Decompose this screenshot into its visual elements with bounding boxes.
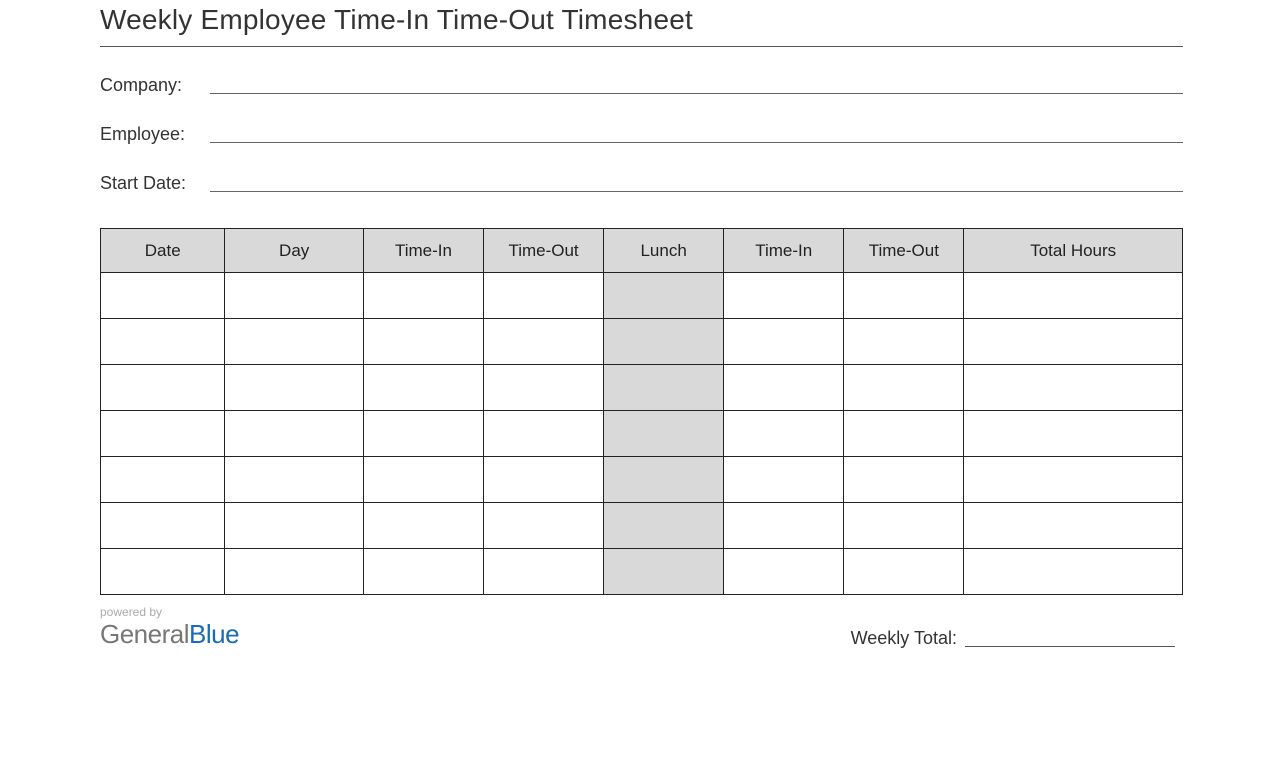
table-cell[interactable]	[484, 549, 604, 595]
table-cell[interactable]	[964, 319, 1183, 365]
table-cell[interactable]	[844, 503, 964, 549]
brand-name: GeneralBlue	[100, 619, 239, 650]
table-row	[101, 365, 1183, 411]
table-cell[interactable]	[484, 503, 604, 549]
table-row	[101, 503, 1183, 549]
table-cell[interactable]	[604, 411, 724, 457]
th-timein-1: Time-In	[363, 229, 483, 273]
table-cell[interactable]	[225, 549, 363, 595]
table-cell[interactable]	[363, 411, 483, 457]
footer: powered by GeneralBlue Weekly Total:	[100, 605, 1183, 651]
table-cell[interactable]	[964, 411, 1183, 457]
table-cell[interactable]	[724, 365, 844, 411]
th-lunch: Lunch	[604, 229, 724, 273]
table-cell[interactable]	[844, 457, 964, 503]
table-cell[interactable]	[225, 319, 363, 365]
th-day: Day	[225, 229, 363, 273]
brand-general: General	[100, 619, 189, 649]
table-cell[interactable]	[225, 457, 363, 503]
table-cell[interactable]	[964, 503, 1183, 549]
table-row	[101, 411, 1183, 457]
table-cell[interactable]	[363, 365, 483, 411]
timesheet-table: Date Day Time-In Time-Out Lunch Time-In …	[100, 228, 1183, 595]
table-cell[interactable]	[363, 273, 483, 319]
timesheet-page: Weekly Employee Time-In Time-Out Timeshe…	[0, 0, 1278, 651]
table-row	[101, 319, 1183, 365]
table-cell[interactable]	[844, 411, 964, 457]
th-timeout-2: Time-Out	[844, 229, 964, 273]
startdate-input-line[interactable]	[210, 191, 1183, 192]
table-cell[interactable]	[484, 411, 604, 457]
table-cell[interactable]	[484, 273, 604, 319]
table-cell[interactable]	[964, 273, 1183, 319]
table-cell[interactable]	[363, 549, 483, 595]
table-cell[interactable]	[604, 365, 724, 411]
employee-label: Employee:	[100, 124, 210, 145]
table-cell[interactable]	[844, 273, 964, 319]
table-cell[interactable]	[724, 273, 844, 319]
table-cell[interactable]	[101, 273, 225, 319]
table-cell[interactable]	[101, 319, 225, 365]
startdate-row: Start Date:	[100, 173, 1183, 194]
table-cell[interactable]	[604, 319, 724, 365]
table-row	[101, 457, 1183, 503]
weekly-total-label: Weekly Total:	[851, 628, 965, 649]
powered-by-text: powered by	[100, 605, 239, 619]
table-cell[interactable]	[484, 365, 604, 411]
weekly-total: Weekly Total:	[851, 628, 1175, 649]
company-row: Company:	[100, 75, 1183, 96]
table-cell[interactable]	[101, 549, 225, 595]
table-cell[interactable]	[724, 457, 844, 503]
table-cell[interactable]	[604, 503, 724, 549]
th-date: Date	[101, 229, 225, 273]
th-timein-2: Time-In	[724, 229, 844, 273]
company-label: Company:	[100, 75, 210, 96]
table-cell[interactable]	[964, 365, 1183, 411]
th-totalhours: Total Hours	[964, 229, 1183, 273]
table-cell[interactable]	[604, 549, 724, 595]
table-cell[interactable]	[101, 503, 225, 549]
table-cell[interactable]	[844, 365, 964, 411]
table-cell[interactable]	[604, 273, 724, 319]
table-cell[interactable]	[724, 503, 844, 549]
table-cell[interactable]	[484, 457, 604, 503]
page-title: Weekly Employee Time-In Time-Out Timeshe…	[100, 0, 1183, 47]
table-cell[interactable]	[844, 549, 964, 595]
table-cell[interactable]	[225, 411, 363, 457]
table-cell[interactable]	[363, 457, 483, 503]
table-cell[interactable]	[724, 319, 844, 365]
startdate-label: Start Date:	[100, 173, 210, 194]
table-cell[interactable]	[724, 549, 844, 595]
th-timeout-1: Time-Out	[484, 229, 604, 273]
table-cell[interactable]	[484, 319, 604, 365]
table-row	[101, 549, 1183, 595]
table-cell[interactable]	[724, 411, 844, 457]
table-header: Date Day Time-In Time-Out Lunch Time-In …	[101, 229, 1183, 273]
table-cell[interactable]	[225, 365, 363, 411]
table-cell[interactable]	[844, 319, 964, 365]
table-cell[interactable]	[101, 457, 225, 503]
table-body	[101, 273, 1183, 595]
table-cell[interactable]	[225, 503, 363, 549]
logo: powered by GeneralBlue	[100, 605, 239, 651]
table-cell[interactable]	[101, 411, 225, 457]
company-input-line[interactable]	[210, 93, 1183, 94]
table-cell[interactable]	[225, 273, 363, 319]
table-cell[interactable]	[964, 457, 1183, 503]
table-cell[interactable]	[363, 503, 483, 549]
employee-input-line[interactable]	[210, 142, 1183, 143]
meta-section: Company: Employee: Start Date:	[100, 75, 1183, 194]
weekly-total-input-line[interactable]	[965, 646, 1175, 647]
table-cell[interactable]	[363, 319, 483, 365]
employee-row: Employee:	[100, 124, 1183, 145]
table-cell[interactable]	[964, 549, 1183, 595]
table-row	[101, 273, 1183, 319]
brand-blue: Blue	[189, 619, 239, 649]
table-cell[interactable]	[101, 365, 225, 411]
table-cell[interactable]	[604, 457, 724, 503]
timesheet-table-wrap: Date Day Time-In Time-Out Lunch Time-In …	[100, 228, 1183, 595]
